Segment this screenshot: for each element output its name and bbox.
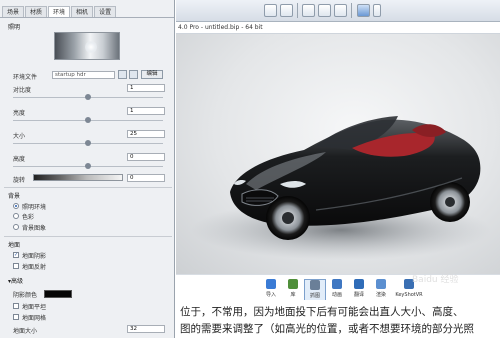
rotation-field[interactable]: 0: [127, 174, 165, 182]
tab-material[interactable]: 材质: [25, 6, 48, 17]
tab-environment[interactable]: 环境: [48, 6, 71, 17]
contrast-slider-thumb[interactable]: [85, 94, 91, 100]
render-mode-icon[interactable]: [357, 4, 370, 17]
bg-option-lighting-radio[interactable]: [13, 203, 19, 209]
ground-grid-label: 地面网格: [22, 315, 47, 322]
ground-flat-checkbox[interactable]: [13, 303, 19, 309]
settings-panel: 场景 材质 环境 相机 设置 照明 环境文件 startup hdr 编辑 对比…: [0, 0, 175, 338]
lighting-section-title: 照明: [8, 24, 21, 31]
viewport-title: 4.0 Pro - untitled.bip - 64 bit: [176, 22, 500, 34]
size-label: 大小: [13, 133, 26, 140]
center-view-icon[interactable]: [318, 4, 331, 17]
ground-reflection-checkbox[interactable]: [13, 263, 19, 269]
render-viewport[interactable]: [176, 34, 500, 274]
brightness-slider-track: [13, 117, 163, 123]
open-icon[interactable]: [264, 4, 277, 17]
shadow-color-swatch[interactable]: [44, 290, 72, 298]
bg-option-color-label: 色彩: [22, 214, 35, 221]
contrast-slider-track: [13, 94, 163, 100]
height-slider-track: [13, 163, 163, 169]
bg-option-image-radio[interactable]: [13, 224, 19, 230]
section-divider: [4, 187, 172, 188]
env-browse-icon[interactable]: [118, 70, 127, 79]
fit-view-icon[interactable]: [302, 4, 315, 17]
toolbar-separator: [297, 3, 298, 18]
ground-reflection-label: 地面反射: [22, 264, 47, 271]
import-icon: [266, 279, 276, 289]
env-file-field[interactable]: startup hdr: [52, 71, 115, 79]
ground-size-label: 地面大小: [13, 328, 38, 335]
ground-grid-checkbox[interactable]: [13, 314, 19, 320]
contrast-field[interactable]: 1: [127, 84, 165, 92]
camera-icon: [310, 280, 320, 290]
background-section-title: 背景: [8, 193, 21, 200]
size-slider-thumb[interactable]: [85, 140, 91, 146]
watermark: Baidu 经验: [412, 275, 459, 285]
translate-icon: [354, 279, 364, 289]
brightness-slider-thumb[interactable]: [85, 117, 91, 123]
height-slider-thumb[interactable]: [85, 163, 91, 169]
article-line: 图的需要来调整了（如高光的位置，或者不想要环境的部分光照: [180, 323, 474, 335]
brightness-label: 亮度: [13, 110, 26, 117]
ground-flat-label: 地面平坦: [22, 304, 47, 311]
size-slider-track: [13, 140, 163, 146]
rotation-gradient-bar[interactable]: [33, 174, 123, 181]
render-icon: [376, 279, 386, 289]
section-divider: [4, 236, 172, 237]
ground-shadow-label: 地面阴影: [22, 253, 47, 260]
ground-section-title: 地面: [8, 242, 21, 249]
advanced-toggle[interactable]: ▾高级: [8, 276, 23, 285]
chevron-down-icon[interactable]: [373, 4, 381, 17]
main-toolbar: [176, 0, 500, 22]
panel-tabs: 场景 材质 环境 相机 设置: [0, 6, 174, 18]
environment-preview[interactable]: [54, 32, 120, 60]
ground-size-field[interactable]: 32: [127, 325, 165, 333]
animation-icon: [332, 279, 342, 289]
bg-option-lighting-label: 照明环境: [22, 204, 47, 211]
tab-scene[interactable]: 场景: [2, 6, 25, 17]
env-settings-icon[interactable]: [129, 70, 138, 79]
tab-settings[interactable]: 设置: [94, 6, 117, 17]
ground-shadow-checkbox[interactable]: ✓: [13, 252, 19, 258]
car-render: [191, 116, 491, 260]
tab-camera[interactable]: 相机: [71, 6, 94, 17]
article-text: 位于，不常用，因为地面投下后有可能会出直人大小、高度、 图的需要来调整了（如高光…: [176, 300, 500, 338]
contrast-label: 对比度: [13, 87, 32, 94]
rotation-label: 旋转: [13, 177, 26, 184]
env-file-label: 环境文件: [13, 74, 38, 81]
size-field[interactable]: 25: [127, 130, 165, 138]
library-icon: [288, 279, 298, 289]
save-icon[interactable]: [280, 4, 293, 17]
zoom-icon[interactable]: [334, 4, 347, 17]
brightness-field[interactable]: 1: [127, 107, 165, 115]
bg-option-color-radio[interactable]: [13, 213, 19, 219]
edit-button[interactable]: 编辑: [141, 70, 163, 79]
height-label: 高度: [13, 156, 26, 163]
article-line: 位于，不常用，因为地面投下后有可能会出直人大小、高度、: [180, 306, 464, 318]
toolbar-separator: [351, 3, 352, 18]
shadow-color-label: 阴影颜色: [13, 292, 38, 299]
bg-option-image-label: 背景图象: [22, 225, 47, 232]
height-field[interactable]: 0: [127, 153, 165, 161]
